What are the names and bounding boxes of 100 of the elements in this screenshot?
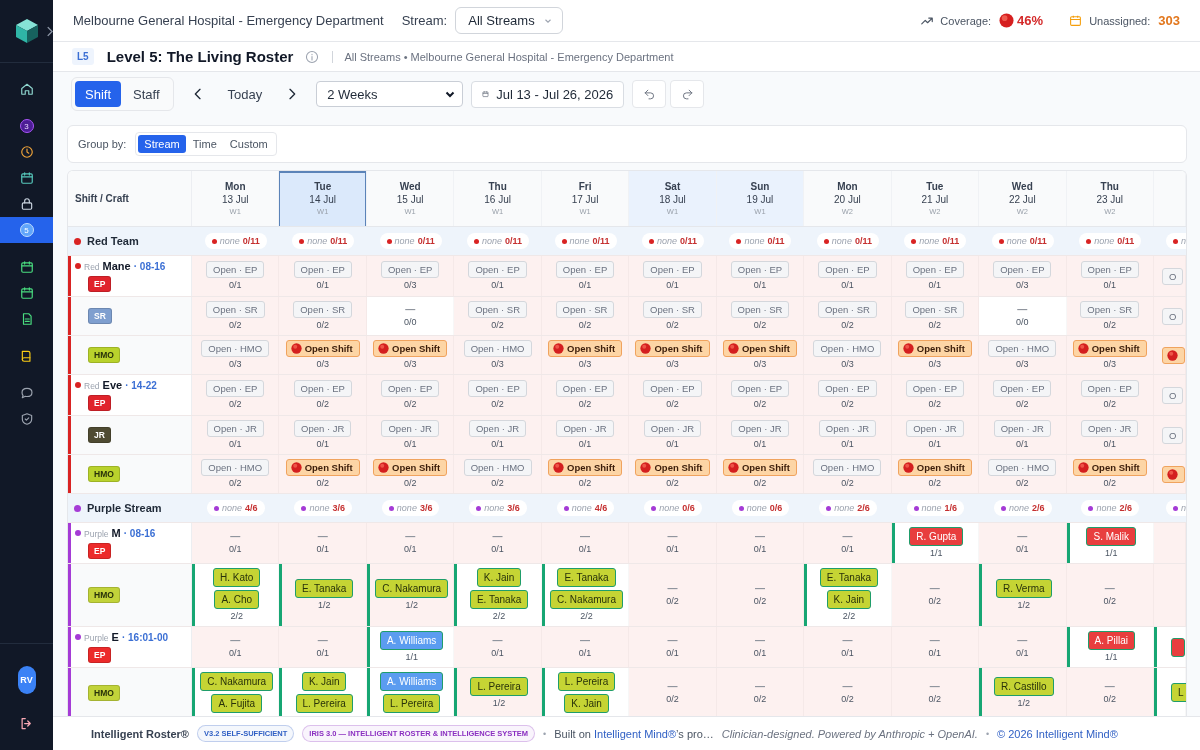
- roster-cell[interactable]: Open · EP 0/2: [279, 375, 367, 415]
- roster-cell[interactable]: [1154, 455, 1186, 493]
- roster-cell[interactable]: — 0/2: [716, 564, 805, 626]
- open-shift-chip[interactable]: [1162, 346, 1185, 364]
- roster-cell[interactable]: C. Nakamura A. Fujita: [192, 668, 280, 716]
- roster-cell[interactable]: Open · HMO 0/3: [804, 336, 892, 374]
- roster-cell[interactable]: — 0/1: [629, 627, 717, 667]
- open-shift-chip[interactable]: Open Shift: [1072, 459, 1147, 476]
- roster-cell[interactable]: — 0/1: [192, 627, 280, 667]
- roster-cell[interactable]: A. Pillai 1/1: [1066, 627, 1154, 667]
- roster-cell[interactable]: Open · EP 0/1: [1066, 256, 1154, 296]
- open-slot-chip[interactable]: Open · EP: [468, 261, 527, 278]
- roster-cell[interactable]: Open · HMO 0/2: [192, 455, 280, 493]
- roster-cell[interactable]: — 0/2: [716, 668, 805, 716]
- roster-cell[interactable]: Open · SR 0/2: [192, 297, 280, 335]
- roster-cell[interactable]: — 0/2: [804, 668, 892, 716]
- roster-cell[interactable]: L. Pereira 1/2: [454, 668, 542, 716]
- open-slot-chip[interactable]: O: [1162, 386, 1184, 404]
- roster-cell[interactable]: E. Tanaka K. Jain 2/2: [804, 564, 892, 626]
- staff-chip[interactable]: R. Verma: [995, 579, 1052, 598]
- roster-cell[interactable]: Open · JR 0/1: [804, 416, 892, 454]
- roster-cell[interactable]: Open · JR 0/1: [716, 416, 805, 454]
- open-shift-chip[interactable]: Open Shift: [285, 340, 360, 357]
- roster-cell[interactable]: Open · EP 0/1: [804, 256, 892, 296]
- roster-cell[interactable]: C. Nakamura 1/2: [366, 564, 455, 626]
- open-slot-chip[interactable]: Open · EP: [905, 380, 965, 397]
- open-slot-chip[interactable]: Open · JR: [1081, 420, 1139, 437]
- open-slot-chip[interactable]: Open · JR: [731, 420, 789, 437]
- roster-cell[interactable]: R. Verma 1/2: [979, 564, 1067, 626]
- roster-cell[interactable]: — 0/1: [891, 627, 980, 667]
- roster-cell[interactable]: Open Shift 0/3: [891, 336, 980, 374]
- open-shift-chip[interactable]: [1162, 465, 1185, 483]
- roster-cell[interactable]: Open · SR 0/2: [541, 297, 630, 335]
- roster-cell[interactable]: Open Shift 0/3: [279, 336, 367, 374]
- staff-chip[interactable]: E. Tanaka: [295, 579, 354, 598]
- group-by-option[interactable]: Stream: [138, 135, 186, 153]
- staff-chip[interactable]: A. Fujita: [211, 694, 263, 713]
- roster-cell[interactable]: Open · EP 0/3: [979, 256, 1067, 296]
- open-slot-chip[interactable]: Open · SR: [1080, 301, 1140, 318]
- open-slot-chip[interactable]: Open · EP: [293, 380, 352, 397]
- open-slot-chip[interactable]: Open · EP: [206, 380, 265, 397]
- open-shift-chip[interactable]: Open Shift: [635, 459, 710, 476]
- open-slot-chip[interactable]: Open · EP: [1080, 261, 1139, 278]
- open-slot-chip[interactable]: Open · JR: [556, 420, 614, 437]
- roster-cell[interactable]: Open · JR 0/1: [366, 416, 455, 454]
- roster-cell[interactable]: Open · EP 0/2: [629, 375, 717, 415]
- roster-cell[interactable]: K. Jain E. Tanaka 2/2: [454, 564, 542, 626]
- roster-cell[interactable]: Open · EP 0/2: [541, 375, 630, 415]
- roster-cell[interactable]: O: [1154, 375, 1186, 415]
- roster-cell[interactable]: K. Jain L. Pereira: [279, 668, 367, 716]
- roster-cell[interactable]: Open · SR 0/2: [279, 297, 367, 335]
- open-slot-chip[interactable]: Open · EP: [468, 380, 527, 397]
- roster-cell[interactable]: Open · EP 0/2: [716, 375, 805, 415]
- roster-cell[interactable]: Open · EP 0/2: [192, 375, 280, 415]
- roster-cell[interactable]: Open · EP 0/1: [716, 256, 805, 296]
- roster-cell[interactable]: Open Shift 0/2: [891, 455, 980, 493]
- copyright-link[interactable]: © 2026 Intelligent Mind®: [997, 727, 1118, 740]
- staff-chip[interactable]: K. Jain: [476, 568, 522, 587]
- roster-cell[interactable]: Open · SR 0/2: [629, 297, 717, 335]
- date-range-button[interactable]: Jul 13 - Jul 26, 2026: [471, 80, 625, 108]
- roster-cell[interactable]: Open · SR 0/2: [804, 297, 892, 335]
- staff-chip[interactable]: [1171, 637, 1185, 657]
- open-slot-chip[interactable]: Open · JR: [381, 420, 439, 437]
- staff-chip[interactable]: K. Jain: [826, 590, 872, 609]
- roster-cell[interactable]: Open · EP 0/2: [804, 375, 892, 415]
- roster-cell[interactable]: Open · JR 0/1: [454, 416, 542, 454]
- roster-cell[interactable]: Open · HMO 0/3: [454, 336, 542, 374]
- range-select[interactable]: 2 Weeks: [316, 81, 464, 107]
- roster-cell[interactable]: Open Shift 0/2: [279, 455, 367, 493]
- open-slot-chip[interactable]: Open · HMO: [201, 340, 270, 357]
- roster-cell[interactable]: Open Shift 0/2: [629, 455, 717, 493]
- open-slot-chip[interactable]: Open · HMO: [813, 459, 882, 476]
- staff-chip[interactable]: L. Pereira: [382, 694, 441, 713]
- open-slot-chip[interactable]: Open · EP: [206, 261, 265, 278]
- roster-cell[interactable]: E. Tanaka C. Nakamura 2/2: [541, 564, 630, 626]
- roster-cell[interactable]: Open · SR 0/2: [891, 297, 980, 335]
- open-slot-chip[interactable]: Open · JR: [468, 420, 527, 437]
- staff-chip[interactable]: A. Cho: [214, 590, 259, 609]
- roster-cell[interactable]: Open Shift 0/3: [716, 336, 805, 374]
- open-shift-chip[interactable]: Open Shift: [897, 459, 972, 476]
- open-slot-chip[interactable]: Open · EP: [905, 261, 965, 278]
- open-slot-chip[interactable]: Open · HMO: [813, 340, 882, 357]
- open-slot-chip[interactable]: Open · SR: [643, 301, 702, 318]
- roster-cell[interactable]: Open Shift 0/3: [366, 336, 455, 374]
- roster-cell[interactable]: R. Castillo 1/2: [979, 668, 1067, 716]
- roster-cell[interactable]: Open Shift 0/2: [366, 455, 455, 493]
- sidebar-item[interactable]: 3: [0, 113, 53, 139]
- user-avatar[interactable]: RV: [17, 666, 36, 694]
- roster-cell[interactable]: — 0/1: [979, 523, 1067, 563]
- open-slot-chip[interactable]: Open · SR: [468, 301, 528, 318]
- roster-cell[interactable]: — 0/1: [454, 523, 542, 563]
- roster-cell[interactable]: Open · JR 0/1: [979, 416, 1067, 454]
- roster-cell[interactable]: — 0/2: [1066, 564, 1154, 626]
- staff-chip[interactable]: L. Pereira: [470, 676, 528, 696]
- staff-chip[interactable]: E. Tanaka: [469, 590, 529, 609]
- roster-cell[interactable]: — 0/1: [541, 523, 630, 563]
- open-slot-chip[interactable]: Open · JR: [818, 420, 877, 437]
- roster-cell[interactable]: Open · JR 0/1: [192, 416, 280, 454]
- today-button[interactable]: Today: [221, 82, 269, 106]
- staff-chip[interactable]: A. Pillai: [1087, 631, 1135, 650]
